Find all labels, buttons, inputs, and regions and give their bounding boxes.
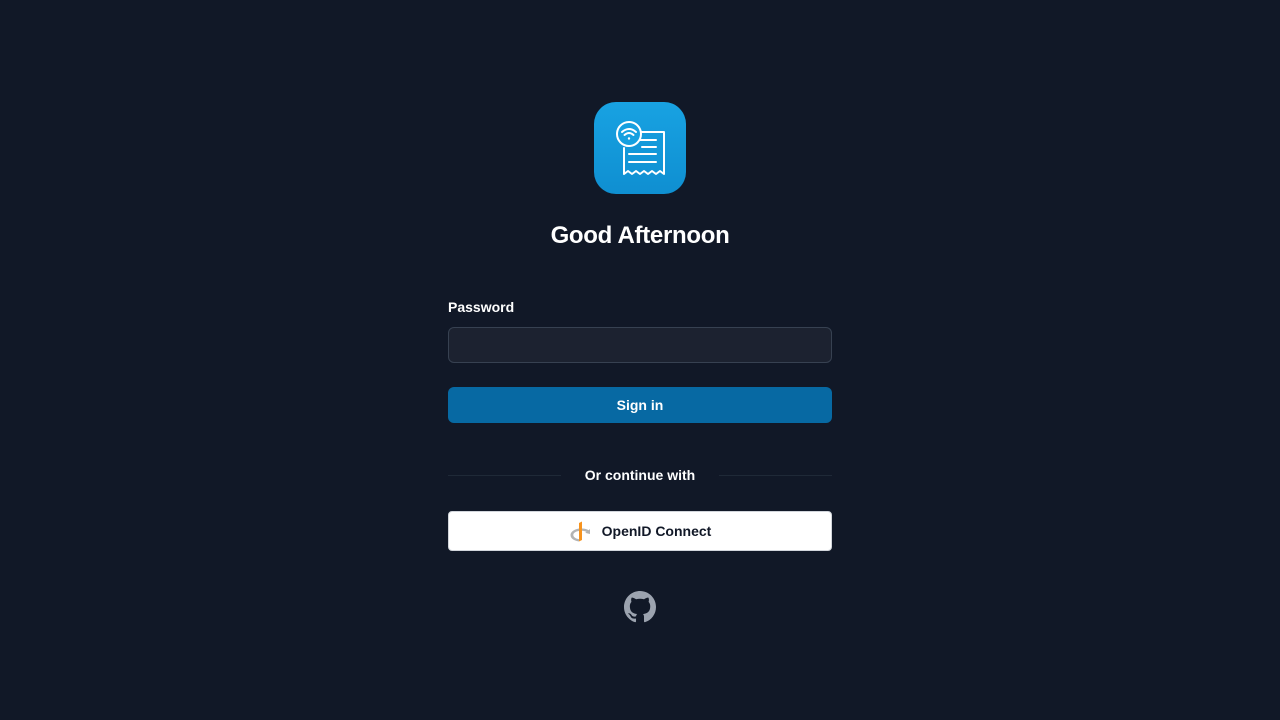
github-link[interactable]	[624, 591, 656, 623]
login-container: Good Afternoon Password Sign in Or conti…	[448, 102, 832, 623]
openid-connect-label: OpenID Connect	[601, 523, 712, 539]
github-icon	[624, 591, 656, 623]
sign-in-button[interactable]: Sign in	[448, 387, 832, 423]
greeting-title: Good Afternoon	[550, 222, 730, 249]
login-form: Password Sign in Or continue with OpenID…	[448, 297, 832, 551]
openid-icon	[569, 520, 591, 542]
password-label: Password	[448, 299, 515, 315]
divider: Or continue with	[448, 465, 832, 485]
divider-text: Or continue with	[560, 465, 720, 485]
login-page: Good Afternoon Password Sign in Or conti…	[0, 0, 1280, 720]
password-input[interactable]	[448, 327, 832, 363]
receipt-wifi-icon	[616, 121, 665, 175]
app-logo	[594, 102, 686, 194]
openid-connect-button[interactable]: OpenID Connect	[448, 511, 832, 551]
